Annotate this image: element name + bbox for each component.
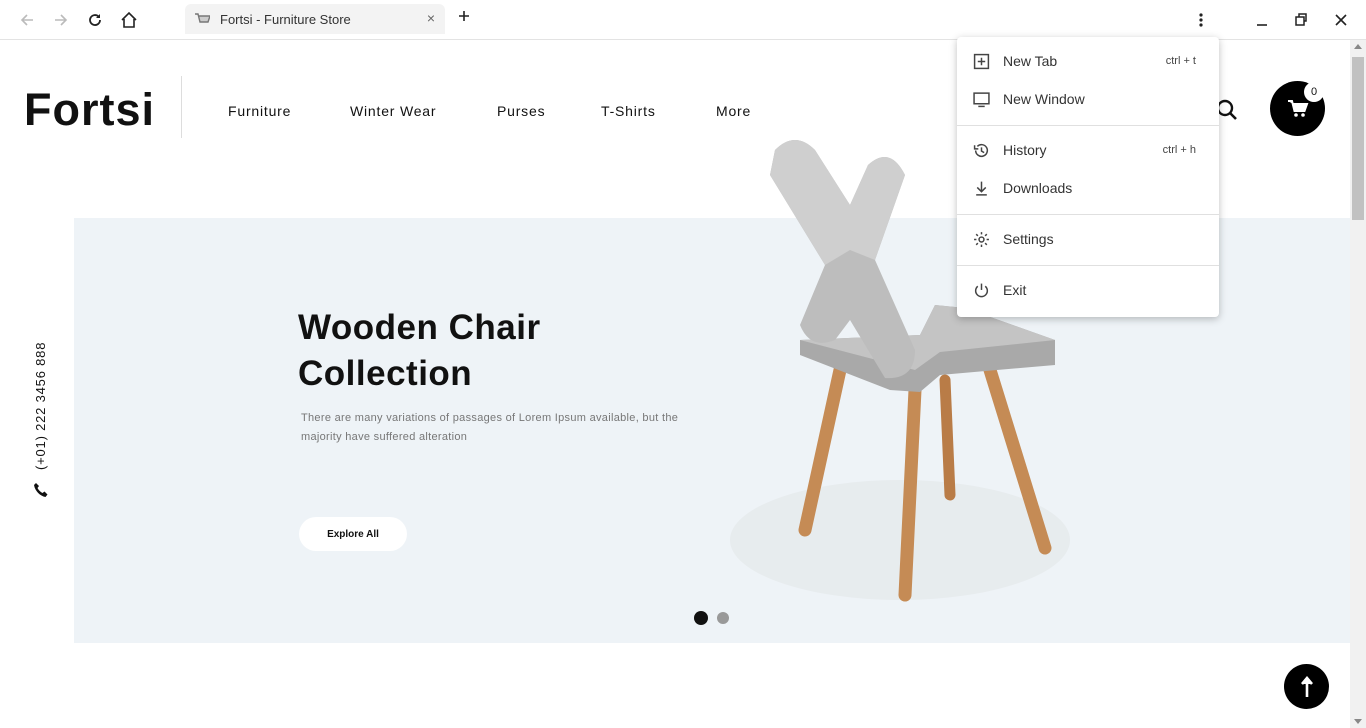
menu-label: Settings bbox=[1003, 231, 1054, 247]
menu-label: Downloads bbox=[1003, 180, 1073, 196]
nav-furniture[interactable]: Furniture bbox=[228, 103, 291, 119]
hero-title-line2: Collection bbox=[298, 354, 473, 393]
menu-item-exit[interactable]: Exit bbox=[957, 271, 1219, 309]
arrow-up-icon bbox=[1300, 675, 1313, 697]
hero-title-line1: Wooden Chair bbox=[298, 308, 541, 347]
nav-purses[interactable]: Purses bbox=[497, 103, 545, 119]
browser-toolbar: Fortsi - Furniture Store × bbox=[0, 0, 1366, 40]
history-icon bbox=[973, 143, 989, 157]
kebab-menu-icon bbox=[1199, 13, 1203, 27]
menu-label: History bbox=[1003, 142, 1047, 158]
menu-item-downloads[interactable]: Downloads bbox=[957, 169, 1219, 207]
power-icon bbox=[974, 283, 989, 298]
cart-count-badge: 0 bbox=[1304, 82, 1324, 102]
home-icon bbox=[121, 11, 137, 28]
scroll-up-arrow[interactable] bbox=[1354, 44, 1362, 49]
reload-button[interactable] bbox=[83, 8, 107, 32]
plus-box-icon bbox=[973, 53, 990, 70]
cart-icon bbox=[1287, 99, 1308, 117]
close-icon bbox=[1335, 14, 1347, 26]
header-divider bbox=[181, 76, 182, 138]
menu-separator bbox=[957, 214, 1219, 215]
monitor-icon bbox=[973, 92, 990, 108]
minimize-button[interactable] bbox=[1256, 12, 1268, 33]
menu-label: Exit bbox=[1003, 282, 1027, 298]
tab-close-button[interactable]: × bbox=[427, 10, 435, 26]
menu-shortcut: ctrl + h bbox=[1162, 144, 1196, 156]
hero-description: There are many variations of passages of… bbox=[301, 412, 679, 443]
menu-item-new-window[interactable]: New Window bbox=[957, 80, 1219, 118]
scrollbar-thumb[interactable] bbox=[1352, 57, 1364, 220]
hero-title: Wooden Chair Collection bbox=[298, 305, 718, 397]
slider-dot-1[interactable] bbox=[694, 611, 708, 625]
phone-number: (+01) 222 3456 888 bbox=[33, 341, 48, 470]
gear-icon bbox=[974, 232, 989, 247]
nav-winter-wear[interactable]: Winter Wear bbox=[350, 103, 436, 119]
cart-favicon-icon bbox=[195, 13, 210, 23]
restore-button[interactable] bbox=[1294, 12, 1308, 33]
download-icon bbox=[976, 181, 987, 196]
scroll-to-top-button[interactable] bbox=[1284, 664, 1329, 709]
arrow-left-icon bbox=[20, 14, 33, 26]
reload-icon bbox=[89, 14, 101, 26]
close-window-button[interactable] bbox=[1334, 12, 1348, 33]
explore-all-button[interactable]: Explore All bbox=[299, 517, 407, 551]
menu-label: New Tab bbox=[1003, 53, 1058, 69]
slider-dot-2[interactable] bbox=[717, 612, 729, 624]
menu-shortcut: ctrl + t bbox=[1165, 55, 1196, 67]
scroll-down-arrow[interactable] bbox=[1354, 719, 1362, 724]
browser-tab[interactable]: Fortsi - Furniture Store × bbox=[185, 4, 445, 34]
phone-icon bbox=[33, 482, 49, 503]
forward-button[interactable] bbox=[49, 8, 73, 32]
menu-label: New Window bbox=[1003, 91, 1085, 107]
menu-item-history[interactable]: History ctrl + h bbox=[957, 131, 1219, 169]
tab-title: Fortsi - Furniture Store bbox=[220, 12, 351, 27]
minimize-icon bbox=[1257, 24, 1267, 26]
browser-menu-button[interactable] bbox=[1195, 12, 1207, 33]
back-button[interactable] bbox=[15, 8, 39, 32]
nav-more[interactable]: More bbox=[716, 103, 751, 119]
menu-separator bbox=[957, 125, 1219, 126]
arrow-right-icon bbox=[55, 14, 68, 26]
restore-icon bbox=[1295, 13, 1307, 26]
nav-tshirts[interactable]: T-Shirts bbox=[601, 103, 656, 119]
menu-separator bbox=[957, 265, 1219, 266]
page-scrollbar[interactable] bbox=[1350, 40, 1366, 728]
plus-icon bbox=[459, 11, 469, 21]
site-logo[interactable]: Fortsi bbox=[24, 84, 155, 136]
browser-dropdown-menu: New Tab ctrl + t New Window History ctrl… bbox=[957, 37, 1219, 317]
new-tab-button[interactable] bbox=[456, 8, 472, 29]
home-button[interactable] bbox=[117, 8, 141, 32]
menu-item-new-tab[interactable]: New Tab ctrl + t bbox=[957, 42, 1219, 80]
menu-item-settings[interactable]: Settings bbox=[957, 220, 1219, 258]
